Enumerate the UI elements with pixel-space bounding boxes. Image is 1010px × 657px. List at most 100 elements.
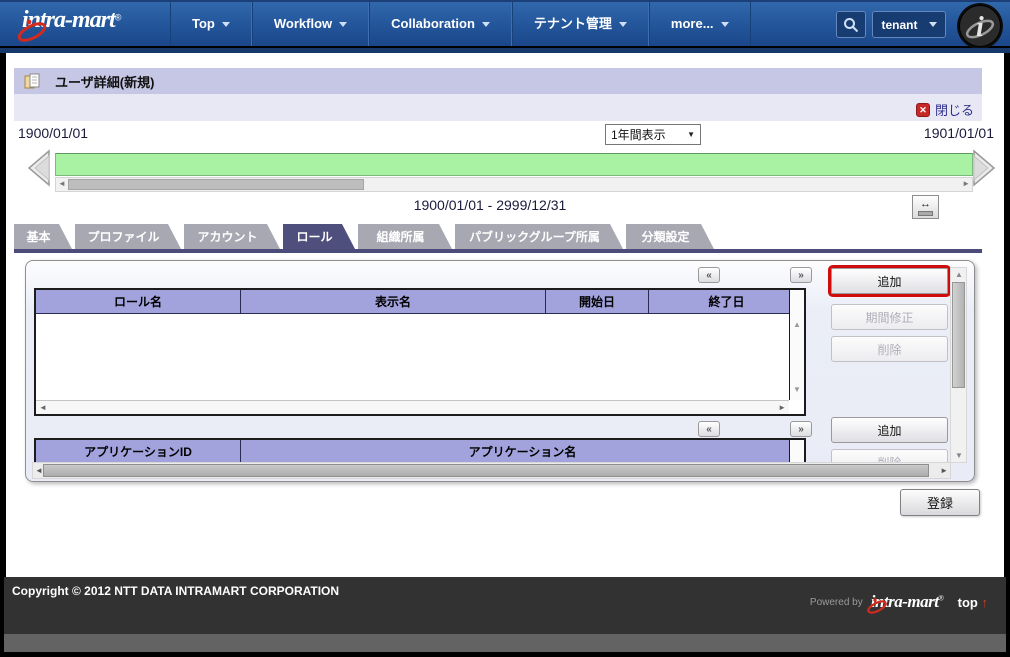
tab-organization[interactable]: 組織所属 bbox=[358, 224, 452, 249]
scroll-down-icon[interactable]: ▼ bbox=[793, 385, 801, 394]
app-collapse-columns-button[interactable]: « bbox=[698, 421, 720, 437]
powered-by-group: Powered by intra-mart® top ↑ bbox=[810, 592, 988, 612]
panel-vertical-scrollbar[interactable]: ▲ ▼ bbox=[950, 267, 967, 463]
top-link-label: top bbox=[958, 595, 978, 610]
timeline-scrollbar-thumb[interactable] bbox=[68, 179, 364, 190]
nav-item-workflow[interactable]: Workflow bbox=[252, 2, 369, 46]
timeline-bar[interactable] bbox=[55, 153, 973, 176]
scroll-left-icon[interactable]: ◄ bbox=[35, 466, 43, 475]
close-button[interactable]: ✕ 閉じる bbox=[916, 100, 974, 119]
tab-bar: 基本 プロファイル アカウント ロール 組織所属 パブリックグループ所属 分類設… bbox=[14, 224, 717, 249]
search-button[interactable] bbox=[836, 11, 866, 38]
scroll-right-icon[interactable]: ► bbox=[778, 403, 786, 412]
scroll-up-icon[interactable]: ▲ bbox=[793, 320, 801, 329]
nav-item-tenant-admin[interactable]: テナント管理 bbox=[512, 2, 649, 46]
column-header-application-id: アプリケーションID bbox=[36, 440, 241, 464]
tab-classification[interactable]: 分類設定 bbox=[626, 224, 714, 249]
chevron-down-icon bbox=[339, 22, 347, 27]
emblem-icon: i bbox=[956, 2, 1004, 50]
application-table-header: アプリケーションID アプリケーション名 bbox=[36, 440, 804, 464]
role-delete-button[interactable]: 削除 bbox=[831, 336, 948, 362]
page-title-bar: ユーザ詳細(新規) bbox=[14, 68, 982, 94]
footer-band bbox=[4, 634, 1006, 652]
document-icon bbox=[24, 73, 41, 90]
chevron-down-icon bbox=[929, 22, 937, 27]
top-navigation: intra-mart® Top Workflow Collaboration テ… bbox=[0, 0, 1010, 46]
role-table-vertical-scrollbar[interactable]: ▲ ▼ bbox=[789, 290, 804, 400]
role-expand-columns-button[interactable]: » bbox=[790, 267, 812, 283]
app-add-button[interactable]: 追加 bbox=[831, 417, 948, 443]
close-label: 閉じる bbox=[935, 100, 974, 119]
scroll-down-icon[interactable]: ▼ bbox=[955, 451, 963, 460]
panel-horizontal-scrollbar[interactable]: ◄ ► bbox=[32, 462, 951, 479]
tab-profile[interactable]: プロファイル bbox=[75, 224, 181, 249]
role-edit-period-button[interactable]: 期間修正 bbox=[831, 304, 948, 330]
scroll-left-icon[interactable]: ◄ bbox=[58, 179, 66, 188]
app-expand-columns-button[interactable]: » bbox=[790, 421, 812, 437]
scroll-right-icon[interactable]: ► bbox=[962, 179, 970, 188]
timeline-right-arrow[interactable] bbox=[972, 149, 997, 187]
scroll-left-icon[interactable]: ◄ bbox=[39, 403, 47, 412]
tenant-label: tenant bbox=[882, 18, 918, 32]
nav-item-label: Top bbox=[192, 16, 215, 31]
role-table: ロール名 表示名 開始日 終了日 ▲ ▼ ◄ ► bbox=[34, 288, 806, 416]
intra-mart-logo: intra-mart® bbox=[22, 7, 121, 34]
toolbar-strip: ✕ 閉じる bbox=[14, 94, 982, 121]
column-header-start-date: 開始日 bbox=[546, 290, 649, 314]
logo-text: intra-mart bbox=[22, 7, 115, 33]
column-header-application-name: アプリケーション名 bbox=[241, 440, 804, 464]
tab-role[interactable]: ロール bbox=[283, 224, 355, 249]
role-table-horizontal-scrollbar[interactable]: ◄ ► bbox=[36, 400, 789, 414]
scroll-up-icon[interactable]: ▲ bbox=[955, 270, 963, 279]
nav-item-label: Collaboration bbox=[391, 16, 475, 31]
chevron-down-icon: ▼ bbox=[687, 130, 695, 139]
chevron-down-icon bbox=[482, 22, 490, 27]
range-select-value: 1年間表示 bbox=[611, 126, 666, 143]
copyright-text: Copyright © 2012 NTT DATA INTRAMART CORP… bbox=[12, 584, 339, 598]
footer: Copyright © 2012 NTT DATA INTRAMART CORP… bbox=[4, 577, 1006, 634]
footer-logo-registered-mark: ® bbox=[938, 596, 943, 603]
back-to-top-link[interactable]: top ↑ bbox=[958, 595, 988, 610]
resize-horizontal-icon: ↔ bbox=[920, 199, 931, 210]
tab-basic[interactable]: 基本 bbox=[14, 224, 72, 249]
page-title: ユーザ詳細(新規) bbox=[55, 72, 154, 91]
nav-item-collaboration[interactable]: Collaboration bbox=[369, 2, 512, 46]
panel-horizontal-scrollbar-thumb[interactable] bbox=[43, 464, 929, 477]
timeline-start-date: 1900/01/01 bbox=[18, 125, 88, 141]
nav-right-group: tenant bbox=[836, 11, 946, 38]
timeline-left-arrow[interactable] bbox=[26, 149, 51, 187]
fit-bar-icon bbox=[918, 211, 933, 216]
tab-public-group[interactable]: パブリックグループ所属 bbox=[455, 224, 623, 249]
main-menu: Top Workflow Collaboration テナント管理 more..… bbox=[170, 2, 751, 46]
nav-item-more[interactable]: more... bbox=[649, 2, 751, 46]
role-panel: « » ロール名 表示名 開始日 終了日 ▲ ▼ ◄ ► bbox=[25, 260, 975, 482]
footer-intra-mart-logo: intra-mart® bbox=[871, 592, 944, 612]
timeline-end-date: 1901/01/01 bbox=[924, 125, 994, 141]
logo-registered-mark: ® bbox=[115, 13, 122, 23]
svg-text:i: i bbox=[976, 12, 984, 43]
range-display-select[interactable]: 1年間表示 ▼ bbox=[605, 124, 701, 145]
fit-width-button[interactable]: ↔ bbox=[912, 195, 939, 219]
application-window: intra-mart® Top Workflow Collaboration テ… bbox=[0, 0, 1010, 657]
panel-vertical-scrollbar-thumb[interactable] bbox=[952, 282, 965, 388]
tab-account[interactable]: アカウント bbox=[184, 224, 280, 249]
column-header-display-name: 表示名 bbox=[241, 290, 546, 314]
nav-item-label: テナント管理 bbox=[534, 16, 612, 31]
footer-logo-text: intra-mart bbox=[871, 592, 939, 611]
timeline-scrollbar[interactable]: ◄ ► bbox=[55, 177, 973, 192]
tenant-menu-button[interactable]: tenant bbox=[872, 11, 946, 38]
powered-by-label: Powered by bbox=[810, 597, 863, 608]
chevron-down-icon bbox=[619, 22, 627, 27]
nav-item-top[interactable]: Top bbox=[170, 2, 252, 46]
scroll-right-icon[interactable]: ► bbox=[940, 466, 948, 475]
role-add-button[interactable]: 追加 bbox=[831, 268, 948, 294]
column-header-role-name: ロール名 bbox=[36, 290, 241, 314]
up-arrow-icon: ↑ bbox=[982, 595, 989, 610]
register-button[interactable]: 登録 bbox=[900, 489, 980, 516]
role-collapse-columns-button[interactable]: « bbox=[698, 267, 720, 283]
timeline-range-label: 1900/01/01 - 2999/12/31 bbox=[6, 197, 974, 213]
role-table-header: ロール名 表示名 開始日 終了日 bbox=[36, 290, 804, 314]
intra-mart-emblem[interactable]: i bbox=[956, 2, 1004, 50]
search-icon bbox=[843, 17, 859, 33]
nav-item-label: more... bbox=[671, 16, 714, 31]
